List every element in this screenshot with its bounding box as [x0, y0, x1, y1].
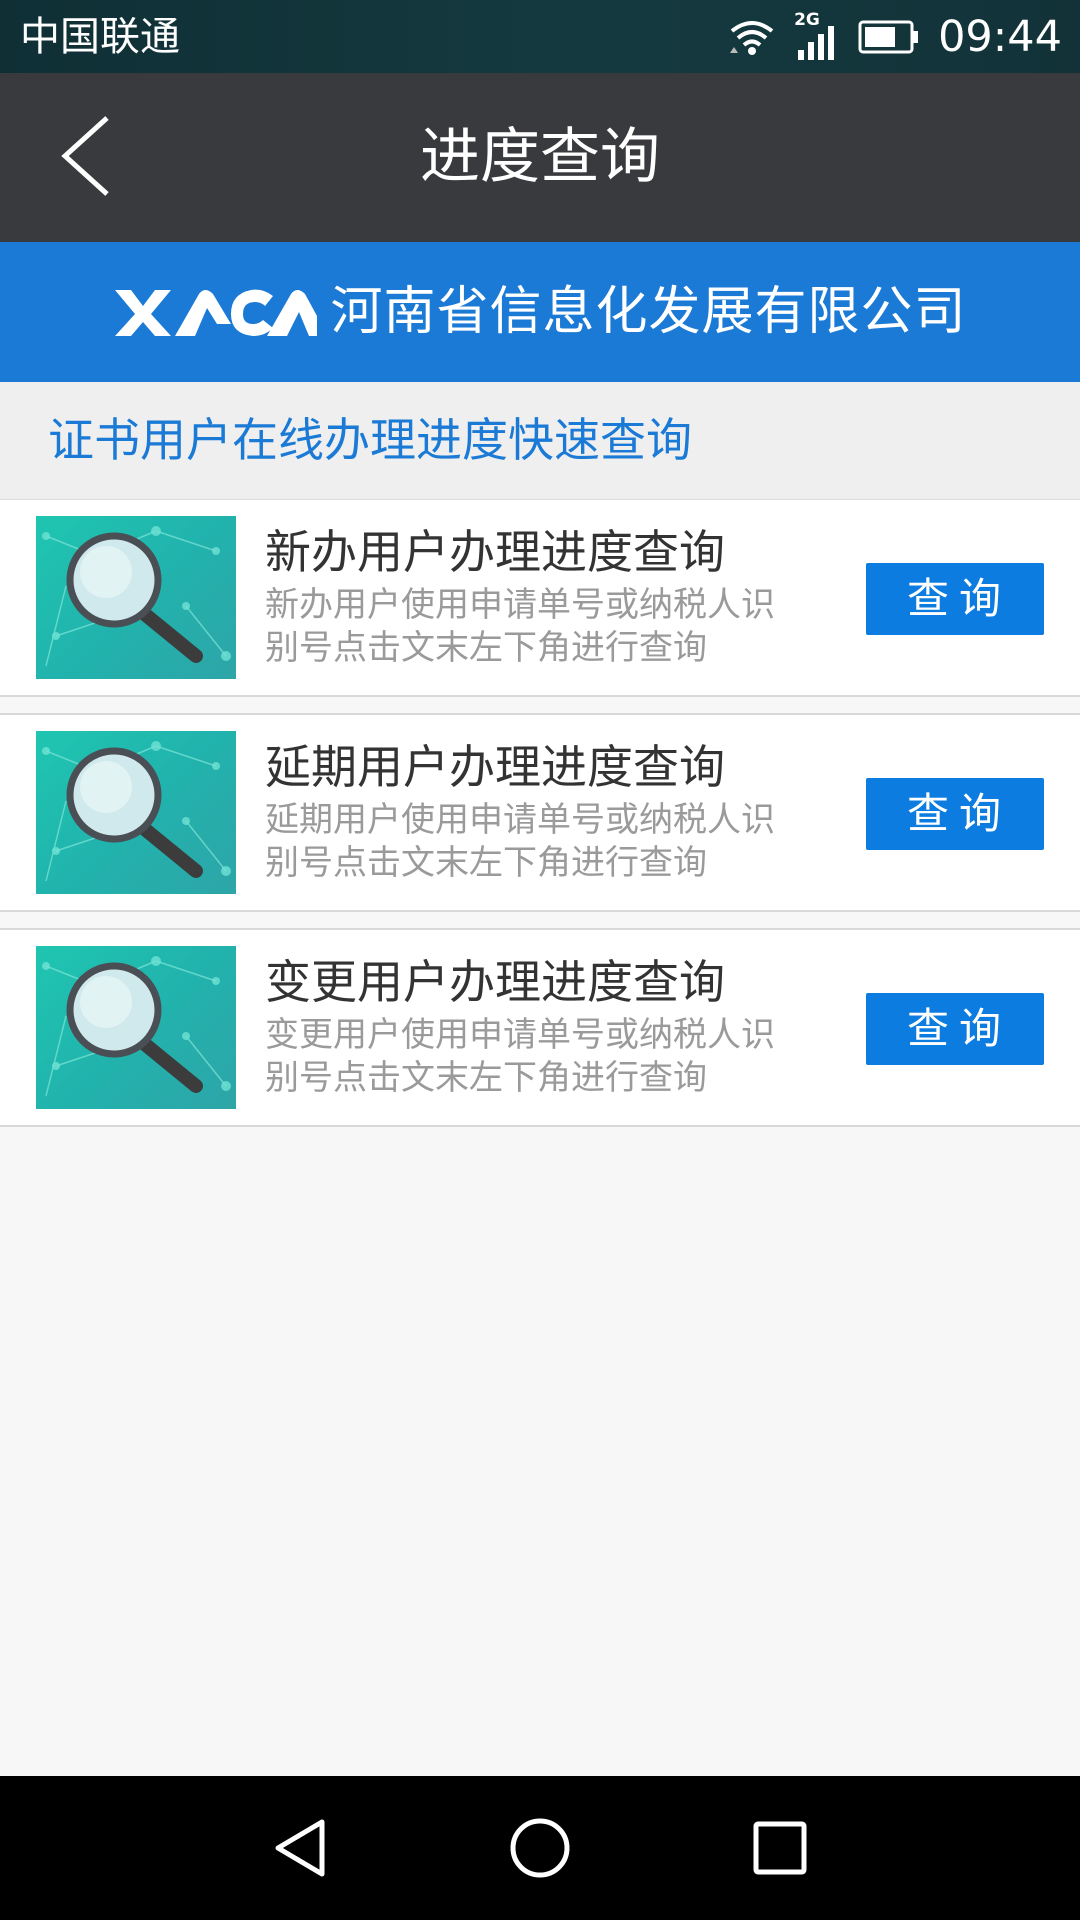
section-title: 证书用户在线办理进度快速查询 — [48, 413, 692, 467]
item-thumbnail — [36, 946, 236, 1109]
page-title: 进度查询 — [420, 122, 660, 192]
signal-indicator: 2G — [794, 10, 840, 62]
company-banner: 河南省信息化发展有限公司 — [0, 242, 1080, 382]
item-title: 延期用户办理进度查询 — [265, 740, 725, 794]
status-icons: 2G 09:44 — [728, 8, 1062, 66]
wifi-icon — [730, 21, 774, 55]
recents-square-icon — [753, 1821, 807, 1875]
query-button[interactable]: 查询 — [866, 778, 1044, 850]
clock: 09:44 — [938, 12, 1062, 62]
company-logo — [115, 289, 318, 336]
query-button[interactable]: 查询 — [866, 993, 1044, 1065]
list-item: 新办用户办理进度查询 新办用户使用申请单号或纳税人识别号点击文末左下角进行查询 … — [0, 500, 1080, 697]
magnifier-icon — [42, 526, 231, 667]
battery-icon — [858, 20, 919, 54]
query-button[interactable]: 查询 — [866, 563, 1044, 635]
query-list: 新办用户办理进度查询 新办用户使用申请单号或纳税人识别号点击文末左下角进行查询 … — [0, 500, 1080, 1127]
chevron-left-icon — [61, 116, 109, 196]
signal-icon — [798, 26, 835, 60]
title-bar: 进度查询 — [0, 73, 1080, 242]
magnifier-icon — [42, 956, 231, 1097]
status-bar: 中国联通 2G 09:44 — [0, 0, 1080, 73]
item-title: 新办用户办理进度查询 — [265, 525, 725, 579]
nav-back-button[interactable] — [250, 1798, 350, 1898]
section-header: 证书用户在线办理进度快速查询 — [0, 382, 1080, 500]
magnifier-icon — [42, 741, 231, 882]
item-title: 变更用户办理进度查询 — [265, 955, 725, 1009]
item-description: 延期用户使用申请单号或纳税人识别号点击文末左下角进行查询 — [265, 800, 775, 883]
back-triangle-icon — [275, 1819, 325, 1877]
item-description: 新办用户使用申请单号或纳税人识别号点击文末左下角进行查询 — [265, 585, 775, 668]
nav-recents-button[interactable] — [730, 1798, 830, 1898]
navigation-bar — [0, 1776, 1080, 1920]
nav-home-button[interactable] — [490, 1798, 590, 1898]
item-description: 变更用户使用申请单号或纳税人识别号点击文末左下角进行查询 — [265, 1015, 775, 1098]
list-item: 延期用户办理进度查询 延期用户使用申请单号或纳税人识别号点击文末左下角进行查询 … — [0, 713, 1080, 912]
list-item: 变更用户办理进度查询 变更用户使用申请单号或纳税人识别号点击文末左下角进行查询 … — [0, 928, 1080, 1127]
item-thumbnail — [36, 516, 236, 679]
item-thumbnail — [36, 731, 236, 894]
home-circle-icon — [510, 1818, 570, 1878]
back-button[interactable] — [40, 111, 130, 201]
company-name: 河南省信息化发展有限公司 — [330, 282, 967, 342]
carrier-label: 中国联通 — [20, 14, 180, 60]
